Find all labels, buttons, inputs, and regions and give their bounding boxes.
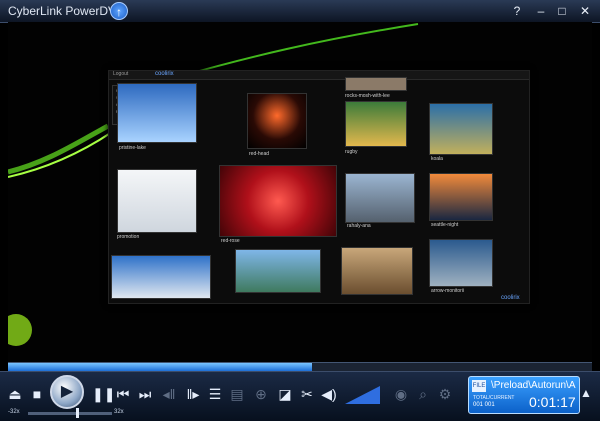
bookmark-icon[interactable]: ◪: [276, 384, 294, 404]
speed-slider-track[interactable]: [28, 412, 112, 415]
thumb-bottom-mid[interactable]: [235, 249, 321, 293]
thumb-bottom-right[interactable]: [341, 247, 413, 295]
thumb-label: rahaly-ana: [347, 223, 371, 229]
previous-button[interactable]: ⏮: [114, 384, 132, 404]
speed-slider-thumb[interactable]: [76, 408, 79, 418]
elapsed-time: 0:01:17: [529, 394, 576, 410]
thumb-label: arrow-monitorii: [431, 288, 465, 294]
settings-icon[interactable]: ⚙: [436, 384, 454, 404]
thumb-rahaly-ana[interactable]: [345, 173, 415, 223]
thumb-label: red-head: [249, 151, 270, 157]
video-area[interactable]: Logout coolirix Welcome Shopping Galleri…: [8, 22, 592, 362]
gallery-panel[interactable]: Logout coolirix Welcome Shopping Galleri…: [108, 70, 530, 304]
thumb-koala[interactable]: [429, 103, 493, 155]
maximize-button[interactable]: □: [553, 2, 571, 20]
title-bar: CyberLink PowerDVD ↑ ? – □ ✕: [0, 0, 600, 23]
zoom-icon[interactable]: ⌕: [414, 384, 432, 404]
volume-slider[interactable]: [345, 386, 380, 404]
thumb-label: rocks-mosh-with-lee: [345, 93, 390, 99]
coolirix-logo-top: coolirix: [155, 71, 174, 77]
thumb-label: rugby: [345, 149, 358, 155]
thumb-red-head[interactable]: [247, 93, 307, 149]
thumb-rocks[interactable]: [345, 77, 407, 91]
play-button[interactable]: ▶: [50, 375, 84, 409]
thumb-bottom-left[interactable]: [111, 255, 211, 299]
gallery-header-text: Logout: [113, 71, 129, 77]
stop-button[interactable]: ■: [28, 384, 46, 404]
next-button[interactable]: ⏭: [136, 384, 154, 404]
tools-icon[interactable]: ✂: [298, 384, 316, 404]
angle-icon[interactable]: ⊕: [252, 384, 270, 404]
seek-bar-fill: [8, 363, 312, 371]
window-title: CyberLink PowerDVD: [8, 4, 125, 18]
help-button[interactable]: ?: [508, 2, 526, 20]
pause-button[interactable]: ❚❚: [92, 384, 115, 404]
coolirix-logo-bottom: coolirix: [501, 295, 520, 301]
subtitle-icon[interactable]: ▤: [228, 384, 246, 404]
thumb-label: red-rose: [221, 238, 240, 244]
gallery-header: Logout coolirix: [109, 71, 529, 80]
speed-min-label: -32x: [8, 409, 20, 415]
eject-icon[interactable]: ▲: [580, 386, 592, 400]
thumb-pristine-lake[interactable]: [117, 83, 197, 143]
thumb-arrow-monitorii[interactable]: [429, 239, 493, 287]
step-back-icon[interactable]: ◂‖: [160, 384, 178, 404]
step-forward-icon[interactable]: ‖▸: [184, 384, 202, 404]
thumb-red-rose[interactable]: [219, 165, 337, 237]
file-icon: FILE: [472, 380, 486, 392]
menu-icon[interactable]: ☰: [206, 384, 224, 404]
thumb-label: pristine-lake: [119, 145, 146, 151]
thumb-seattle-night[interactable]: [429, 173, 493, 221]
close-button[interactable]: ✕: [576, 2, 594, 20]
speed-max-label: 32x: [114, 409, 124, 415]
thumb-label: promotion: [117, 234, 140, 240]
seek-bar[interactable]: [8, 362, 592, 371]
thumb-label: koala: [431, 156, 443, 162]
chapter-count: 001 001: [473, 402, 495, 408]
thumb-label: seattle-night: [431, 222, 459, 228]
disc-menu-icon[interactable]: ⏏: [6, 384, 24, 404]
volume-icon[interactable]: ◀): [320, 384, 338, 404]
minimize-button[interactable]: –: [532, 2, 550, 20]
total-current-label: TOTAL/CURRENT: [473, 395, 515, 401]
file-path: \Preload\Autorun\A: [491, 380, 576, 391]
status-panel: FILE \Preload\Autorun\A TOTAL/CURRENT 00…: [468, 376, 580, 414]
thumb-promotion[interactable]: [117, 169, 197, 233]
camera-icon[interactable]: ◉: [392, 384, 410, 404]
upgrade-icon[interactable]: ↑: [110, 2, 128, 20]
thumb-rugby[interactable]: [345, 101, 407, 147]
